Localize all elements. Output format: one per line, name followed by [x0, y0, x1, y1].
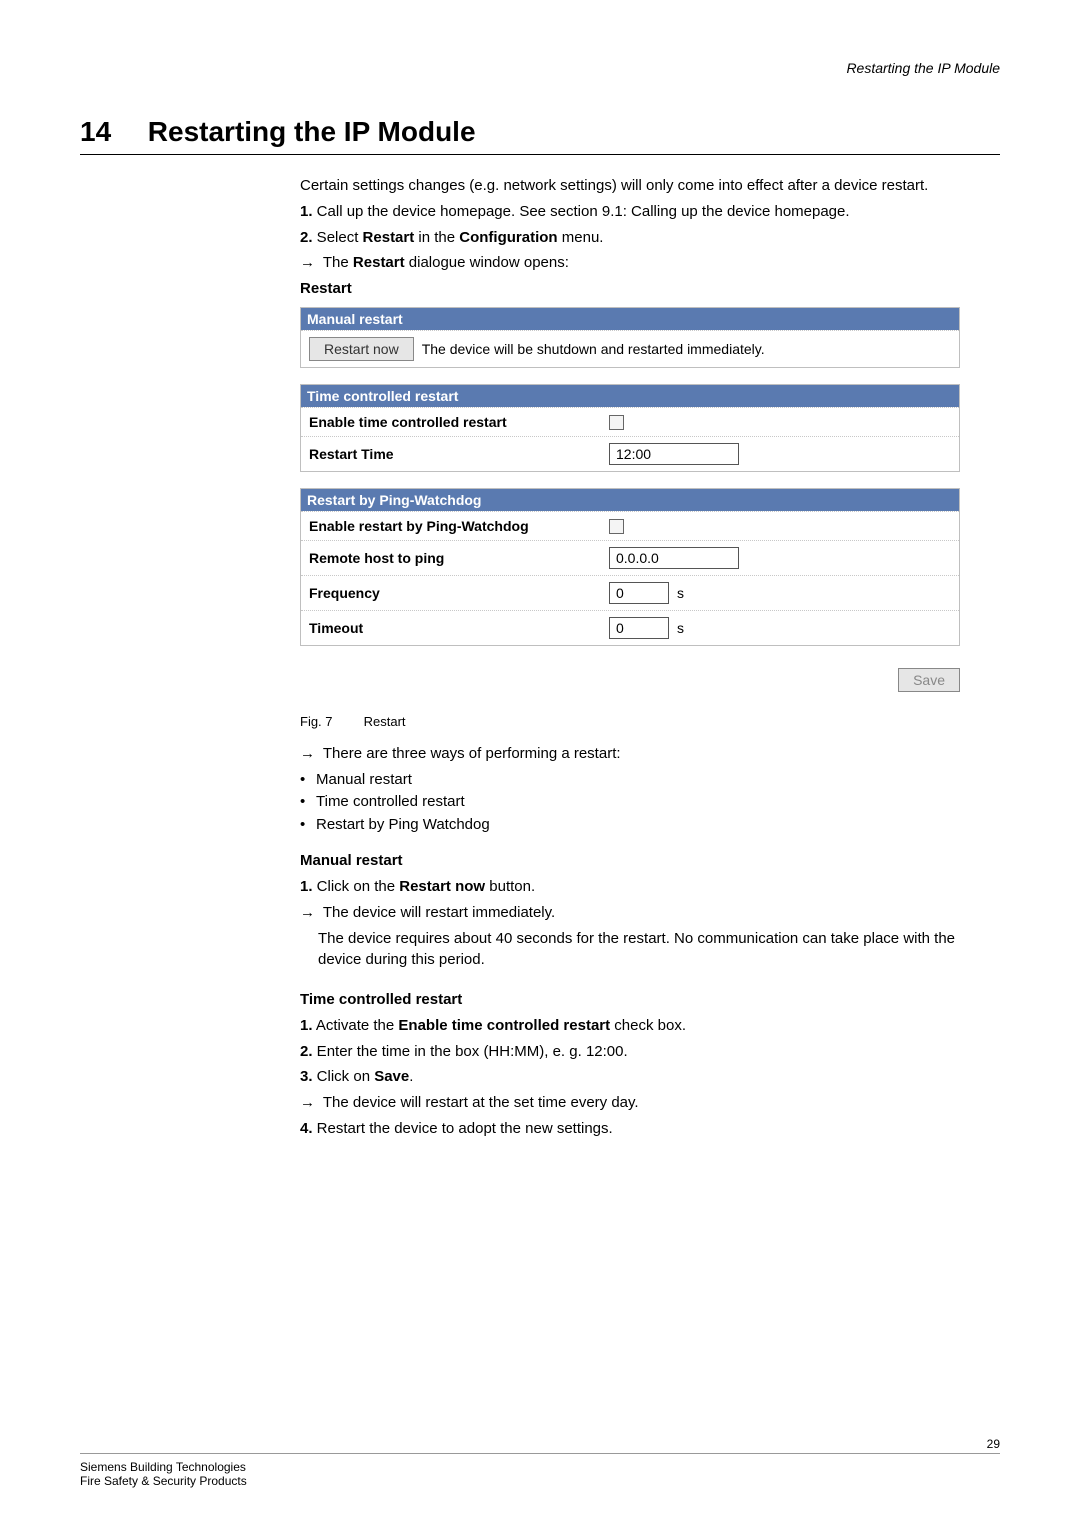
step-2: 2. Select Restart in the Configuration m…	[300, 227, 960, 249]
footer-line-2: Fire Safety & Security Products	[80, 1474, 1000, 1488]
field-label: Frequency	[309, 585, 609, 601]
step-number: 1.	[300, 878, 313, 895]
running-header: Restarting the IP Module	[80, 60, 1000, 76]
panel-header: Restart by Ping-Watchdog	[301, 489, 959, 511]
panel-time-restart: Time controlled restart Enable time cont…	[300, 384, 960, 472]
step-number: 1.	[300, 203, 313, 220]
timeout-input[interactable]	[609, 617, 669, 639]
step-text: .	[409, 1068, 413, 1085]
field-label: Enable restart by Ping-Watchdog	[309, 518, 609, 534]
restart-time-input[interactable]	[609, 443, 739, 465]
chapter-rule	[80, 154, 1000, 155]
dialog-title: Restart	[300, 280, 960, 297]
field-label: Restart Time	[309, 446, 609, 462]
arrow-icon: →	[300, 254, 315, 271]
figure-title: Restart	[364, 714, 406, 729]
panel-header: Manual restart	[301, 308, 959, 330]
panel-ping-watchdog: Restart by Ping-Watchdog Enable restart …	[300, 488, 960, 646]
footer-line-1: Siemens Building Technologies	[80, 1460, 1000, 1474]
list-item: Manual restart	[300, 769, 960, 792]
step-text: Call up the device homepage. See section…	[313, 203, 850, 220]
figure-caption: Fig. 7 Restart	[300, 714, 960, 729]
chapter-title: Restarting the IP Module	[148, 116, 476, 147]
step-text-bold: Configuration	[459, 229, 557, 246]
panel-header: Time controlled restart	[301, 385, 959, 407]
chapter-heading: 14 Restarting the IP Module	[80, 116, 1000, 154]
section-heading-manual: Manual restart	[300, 850, 960, 872]
section-heading-time: Time controlled restart	[300, 989, 960, 1011]
result-text-bold: Restart	[353, 254, 405, 271]
footer-rule	[80, 1453, 1000, 1454]
unit-label: s	[677, 620, 684, 636]
step-number: 1.	[300, 1017, 313, 1034]
time-step-2: 2. Enter the time in the box (HH:MM), e.…	[300, 1041, 960, 1063]
manual-note: The device requires about 40 seconds for…	[300, 928, 960, 972]
save-button[interactable]: Save	[898, 668, 960, 692]
time-step-3: 3. Click on Save.	[300, 1066, 960, 1088]
frequency-input[interactable]	[609, 582, 669, 604]
list-item: Time controlled restart	[300, 791, 960, 814]
arrow-icon: →	[300, 745, 315, 762]
result-text: dialogue window opens:	[405, 254, 569, 271]
step-number: 2.	[300, 229, 313, 246]
panel-desc: The device will be shutdown and restarte…	[414, 341, 951, 357]
time-step-4: 4. Restart the device to adopt the new s…	[300, 1118, 960, 1140]
enable-ping-watchdog-checkbox[interactable]	[609, 519, 624, 534]
step-text-bold: Restart	[363, 229, 415, 246]
step-number: 2.	[300, 1043, 313, 1060]
step-text-bold: Restart now	[399, 878, 485, 895]
ways-intro: → There are three ways of performing a r…	[300, 743, 960, 765]
step-text: Activate the	[313, 1017, 399, 1034]
step-text: in the	[414, 229, 459, 246]
step-text: menu.	[558, 229, 604, 246]
arrow-icon: →	[300, 1094, 315, 1111]
page-number: 29	[987, 1435, 1000, 1453]
intro-text: Certain settings changes (e.g. network s…	[300, 175, 960, 197]
figure-number: Fig. 7	[300, 714, 360, 729]
field-label: Timeout	[309, 620, 609, 636]
manual-result: → The device will restart immediately.	[300, 902, 960, 924]
list-item: Restart by Ping Watchdog	[300, 814, 960, 837]
step-number: 4.	[300, 1120, 313, 1137]
time-result: → The device will restart at the set tim…	[300, 1092, 960, 1114]
step-text: Click on	[313, 1068, 375, 1085]
step-number: 3.	[300, 1068, 313, 1085]
step-text-bold: Enable time controlled restart	[398, 1017, 610, 1034]
step-text-bold: Save	[374, 1068, 409, 1085]
field-label: Remote host to ping	[309, 550, 609, 566]
result-line: → The Restart dialogue window opens:	[300, 252, 960, 274]
panel-manual-restart: Manual restart Restart now The device wi…	[300, 307, 960, 368]
result-text: The device will restart at the set time …	[319, 1094, 639, 1111]
ways-list: Manual restart Time controlled restart R…	[300, 769, 960, 837]
result-text: The device will restart immediately.	[319, 904, 555, 921]
step-text: Restart the device to adopt the new sett…	[313, 1120, 613, 1137]
step-text: Click on the	[313, 878, 400, 895]
restart-now-button[interactable]: Restart now	[309, 337, 414, 361]
time-step-1: 1. Activate the Enable time controlled r…	[300, 1015, 960, 1037]
ways-text: There are three ways of performing a res…	[319, 745, 621, 762]
manual-step-1: 1. Click on the Restart now button.	[300, 876, 960, 898]
remote-host-input[interactable]	[609, 547, 739, 569]
result-text: The	[319, 254, 353, 271]
unit-label: s	[677, 585, 684, 601]
step-text: Select	[313, 229, 363, 246]
step-text: check box.	[610, 1017, 686, 1034]
step-text: button.	[485, 878, 535, 895]
chapter-number: 14	[80, 116, 140, 148]
field-label: Enable time controlled restart	[309, 414, 609, 430]
enable-time-restart-checkbox[interactable]	[609, 415, 624, 430]
step-text: Enter the time in the box (HH:MM), e. g.…	[313, 1043, 628, 1060]
step-1: 1. Call up the device homepage. See sect…	[300, 201, 960, 223]
arrow-icon: →	[300, 904, 315, 921]
